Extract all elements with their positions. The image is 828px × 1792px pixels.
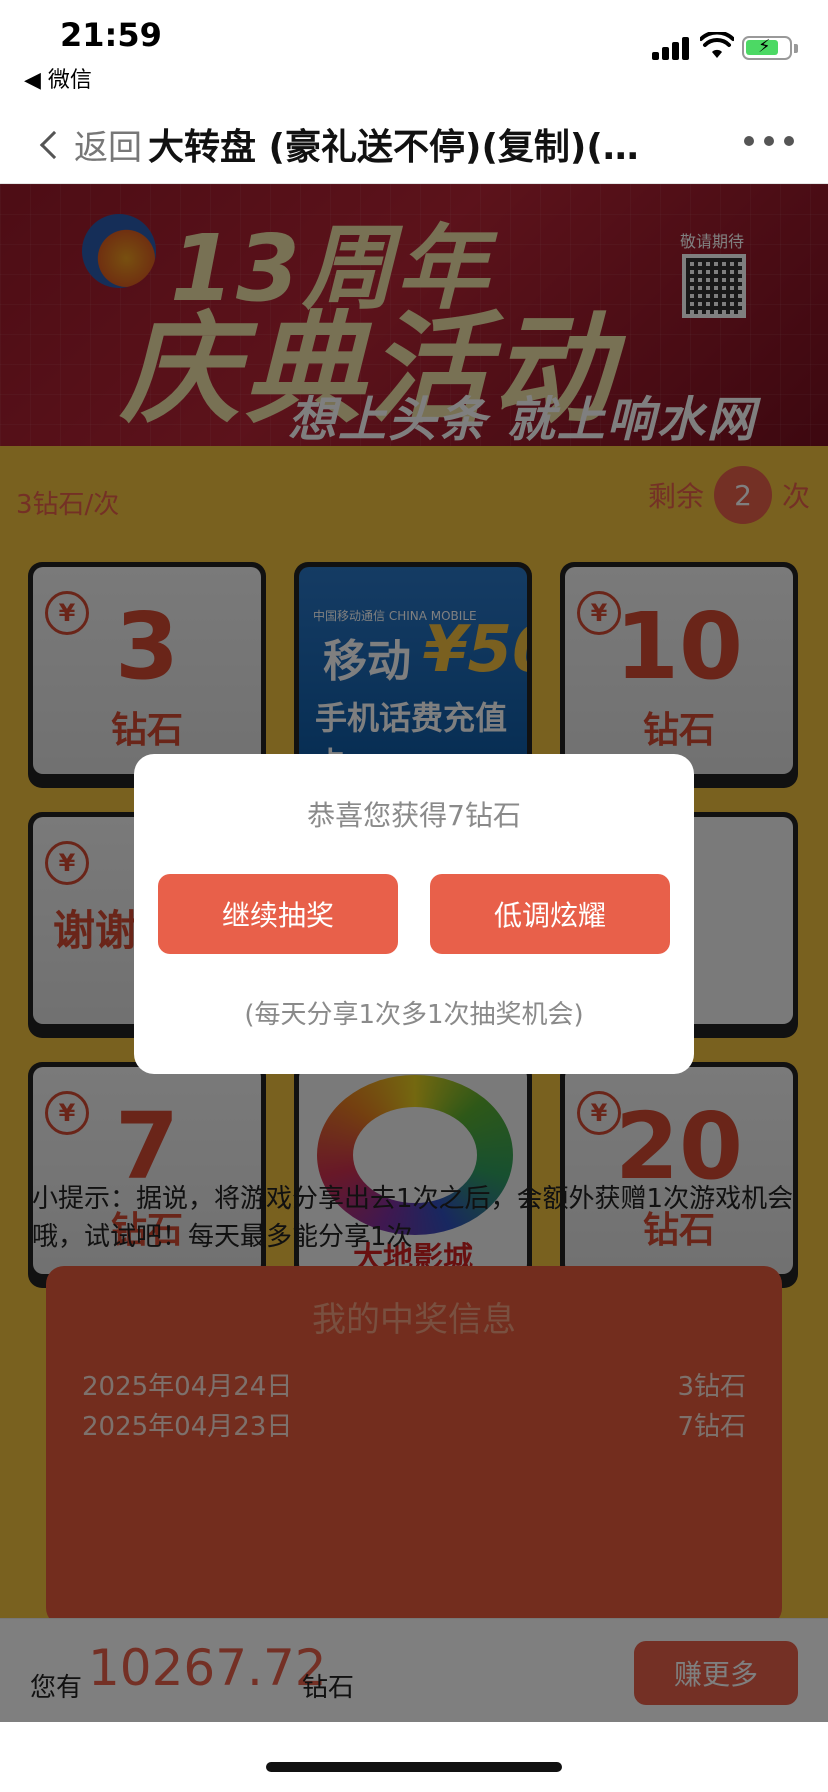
home-indicator[interactable]: [266, 1762, 562, 1772]
status-time: 21:59: [60, 16, 162, 54]
home-indicator-area: [0, 1722, 828, 1792]
chevron-left-icon: [39, 130, 69, 159]
prize-dialog: 恭喜您获得7钻石 继续抽奖 低调炫耀 (每天分享1次多1次抽奖机会): [134, 754, 694, 1074]
share-hint: (每天分享1次多1次抽奖机会): [244, 1000, 584, 1030]
page-title: 大转盘 (豪礼送不停)(复制)(…: [148, 127, 639, 168]
signal-icon: [652, 36, 692, 60]
back-button[interactable]: 返回: [36, 120, 142, 169]
prize-message: 恭喜您获得7钻石: [307, 799, 521, 832]
continue-draw-button[interactable]: 继续抽奖: [158, 874, 398, 954]
back-to-app-link[interactable]: ◀ 微信: [24, 62, 92, 94]
nav-bar: 返回 大转盘 (豪礼送不停)(复制)(…: [0, 100, 828, 184]
battery-icon: ⚡: [742, 36, 798, 60]
status-bar: 21:59 ◀ 微信 ⚡: [0, 0, 828, 100]
share-show-off-button[interactable]: 低调炫耀: [430, 874, 670, 954]
more-options-icon[interactable]: [744, 136, 794, 148]
back-label: 返回: [74, 128, 142, 168]
wifi-icon: [700, 32, 734, 58]
